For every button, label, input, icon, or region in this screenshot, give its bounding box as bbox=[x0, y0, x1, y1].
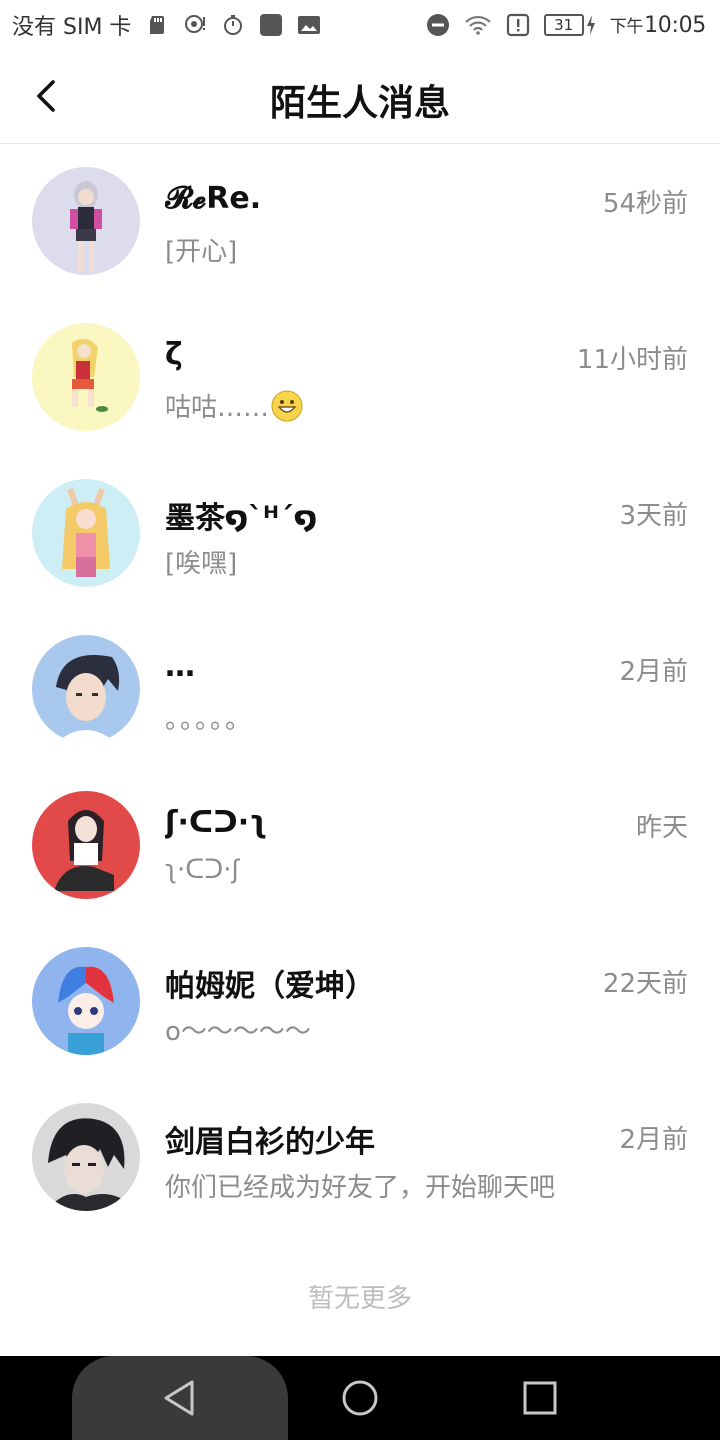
avatar-image bbox=[32, 167, 140, 275]
contact-name: 墨茶໑`ᴴ´໑ bbox=[165, 501, 318, 536]
message-preview: 咕咕…… bbox=[165, 387, 303, 424]
no-more-label: 暂无更多 bbox=[307, 1284, 412, 1314]
avatar-image bbox=[32, 479, 140, 587]
clock-period: 下午 bbox=[609, 17, 644, 37]
charging-icon bbox=[586, 15, 596, 35]
avatar-image bbox=[32, 635, 140, 743]
top-app-bar: 陌生人消息 bbox=[0, 50, 720, 144]
conversation-item[interactable]: 𝓡𝓮Re. 54秒前 [开心] bbox=[0, 145, 720, 301]
stopwatch-icon bbox=[221, 13, 245, 37]
preview-text: [开心] bbox=[165, 237, 238, 267]
conversation-item[interactable]: ʃ·ᑕᑐ·ʅ 昨天 ʅ·ᑕᑐ·ʃ bbox=[0, 769, 720, 925]
avatar[interactable] bbox=[32, 167, 140, 275]
nav-home-button[interactable] bbox=[338, 1376, 382, 1420]
contact-name: ζ bbox=[165, 337, 183, 372]
message-preview: 。。。。。 bbox=[165, 699, 253, 736]
smile-emoji-icon bbox=[271, 390, 303, 422]
gallery-icon bbox=[297, 13, 321, 37]
message-preview: [开心] bbox=[165, 231, 237, 268]
preview-text: [唉嘿] bbox=[165, 549, 238, 579]
clock-time: 10:05 bbox=[644, 13, 706, 38]
avatar-image bbox=[32, 791, 140, 899]
conversation-item[interactable]: 剑眉白衫的少年 2月前 你们已经成为好友了，开始聊天吧 bbox=[0, 1081, 720, 1237]
nav-recents-button[interactable] bbox=[518, 1376, 562, 1420]
preview-text: 。。。。。 bbox=[165, 705, 254, 735]
battery-indicator: 31 bbox=[543, 14, 596, 36]
battery-level: 31 bbox=[554, 16, 574, 34]
circle-home-icon bbox=[338, 1380, 382, 1424]
app-square-icon bbox=[259, 13, 283, 37]
battery-icon: 31 bbox=[543, 14, 584, 36]
avatar-image bbox=[32, 947, 140, 1055]
avatar[interactable] bbox=[32, 1103, 140, 1211]
avatar[interactable] bbox=[32, 323, 140, 431]
triangle-back-icon bbox=[158, 1380, 202, 1424]
do-not-disturb-icon bbox=[426, 13, 450, 37]
message-preview: 你们已经成为好友了，开始聊天吧 bbox=[165, 1167, 555, 1204]
contact-name: 帕姆妮（爱坤） bbox=[165, 969, 375, 1004]
status-right: 31 下午10:05 bbox=[426, 12, 706, 38]
message-time: 昨天 bbox=[635, 813, 688, 843]
preview-text: o〜〜〜〜〜 bbox=[165, 1017, 311, 1047]
preview-text: 咕咕…… bbox=[165, 393, 270, 423]
message-time: 11小时前 bbox=[576, 345, 688, 375]
sd-card-icon bbox=[145, 13, 169, 37]
carrier-text: 没有 SIM 卡 bbox=[12, 15, 132, 40]
status-left: 没有 SIM 卡 bbox=[12, 9, 321, 41]
message-time: 2月前 bbox=[619, 657, 688, 687]
conversation-item[interactable]: 墨茶໑`ᴴ´໑ 3天前 [唉嘿] bbox=[0, 457, 720, 613]
preview-text: ʅ·ᑕᑐ·ʃ bbox=[165, 855, 241, 885]
conversation-list: 𝓡𝓮Re. 54秒前 [开心] ζ 11小时前 咕咕…… 墨茶໑`ᴴ´໑ 3天前… bbox=[0, 145, 720, 1237]
message-time: 3天前 bbox=[619, 501, 688, 531]
avatar-image bbox=[32, 323, 140, 431]
avatar[interactable] bbox=[32, 791, 140, 899]
message-time: 54秒前 bbox=[602, 189, 688, 219]
status-bar: 没有 SIM 卡 31 下午10:05 bbox=[0, 0, 720, 50]
message-preview: o〜〜〜〜〜 bbox=[165, 1011, 311, 1048]
conversation-item[interactable]: ζ 11小时前 咕咕…… bbox=[0, 301, 720, 457]
screen: 没有 SIM 卡 31 下午10:05 陌生人消息 𝓡𝓮Re. 54秒前 [开心… bbox=[0, 0, 720, 1440]
message-preview: [唉嘿] bbox=[165, 543, 237, 580]
wifi-icon bbox=[464, 13, 492, 37]
hotspot-alert-icon bbox=[183, 13, 207, 37]
alert-box-icon bbox=[506, 13, 530, 37]
contact-name: 𝓡𝓮Re. bbox=[165, 181, 262, 216]
clock: 下午10:05 bbox=[609, 12, 707, 38]
system-nav-bar bbox=[0, 1356, 720, 1440]
contact-name: … bbox=[165, 649, 195, 684]
message-time: 22天前 bbox=[602, 969, 688, 999]
message-time: 2月前 bbox=[619, 1125, 688, 1155]
conversation-item[interactable]: 帕姆妮（爱坤） 22天前 o〜〜〜〜〜 bbox=[0, 925, 720, 1081]
avatar[interactable] bbox=[32, 635, 140, 743]
contact-name: 剑眉白衫的少年 bbox=[165, 1125, 375, 1160]
contact-name: ʃ·ᑕᑐ·ʅ bbox=[165, 805, 268, 840]
square-recents-icon bbox=[518, 1381, 562, 1424]
page-title: 陌生人消息 bbox=[269, 83, 450, 124]
nav-back-button[interactable] bbox=[158, 1376, 202, 1420]
avatar[interactable] bbox=[32, 947, 140, 1055]
preview-text: 你们已经成为好友了，开始聊天吧 bbox=[165, 1173, 556, 1203]
avatar[interactable] bbox=[32, 479, 140, 587]
avatar-image bbox=[32, 1103, 140, 1211]
conversation-item[interactable]: … 2月前 。。。。。 bbox=[0, 613, 720, 769]
message-preview: ʅ·ᑕᑐ·ʃ bbox=[165, 855, 240, 885]
